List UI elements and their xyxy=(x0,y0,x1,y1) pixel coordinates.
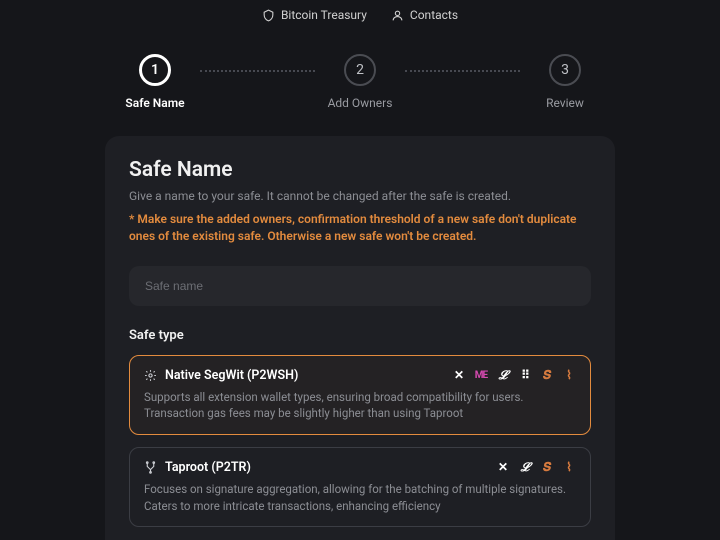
wallet-unisat-icon: ⠿ xyxy=(518,368,532,382)
stepper: 1 Safe Name 2 Add Owners 3 Review xyxy=(110,54,610,110)
step-3-circle: 3 xyxy=(549,54,581,86)
card-warning: * Make sure the added owners, confirmati… xyxy=(129,211,591,246)
wallet-hook-icon: ⌇ xyxy=(562,368,576,382)
step-dots-2 xyxy=(405,70,520,72)
step-3[interactable]: 3 Review xyxy=(520,54,610,110)
wallet-xverse-icon: ✕ xyxy=(496,460,510,474)
nav-contacts-label: Contacts xyxy=(410,8,458,22)
step-dots-1 xyxy=(200,70,315,72)
wallet-magic-eden-icon: ME xyxy=(474,368,488,382)
taproot-desc: Focuses on signature aggregation, allowi… xyxy=(144,481,576,514)
step-1[interactable]: 1 Safe Name xyxy=(110,54,200,110)
gear-icon xyxy=(144,369,157,382)
nav-contacts[interactable]: Contacts xyxy=(391,8,458,22)
taproot-title: Taproot (P2TR) xyxy=(165,460,251,475)
safe-name-card: Safe Name Give a name to your safe. It c… xyxy=(105,136,615,540)
taproot-wallet-icons: ✕ 𝓛 𝑺 ⌇ xyxy=(496,460,576,474)
step-3-number: 3 xyxy=(561,62,569,78)
step-2-circle: 2 xyxy=(344,54,376,86)
user-icon xyxy=(391,9,404,22)
step-3-label: Review xyxy=(546,96,584,110)
wallet-s-icon: 𝑺 xyxy=(540,460,554,474)
step-1-label: Safe Name xyxy=(125,96,184,110)
safe-type-taproot[interactable]: Taproot (P2TR) ✕ 𝓛 𝑺 ⌇ Focuses on signat… xyxy=(129,447,591,527)
step-2-number: 2 xyxy=(356,62,364,78)
wallet-xverse-icon: ✕ xyxy=(452,368,466,382)
wallet-leather-icon: 𝓛 xyxy=(496,368,510,382)
wallet-leather-icon: 𝓛 xyxy=(518,460,532,474)
segwit-desc: Supports all extension wallet types, ens… xyxy=(144,389,576,422)
step-2-label: Add Owners xyxy=(328,96,393,110)
wallet-hook-icon: ⌇ xyxy=(562,460,576,474)
wallet-s-icon: 𝑺 xyxy=(540,368,554,382)
card-title: Safe Name xyxy=(129,158,591,182)
card-subtitle: Give a name to your safe. It cannot be c… xyxy=(129,188,591,205)
safe-type-label: Safe type xyxy=(129,328,591,343)
segwit-wallet-icons: ✕ ME 𝓛 ⠿ 𝑺 ⌇ xyxy=(452,368,576,382)
step-1-circle: 1 xyxy=(139,54,171,86)
shield-icon xyxy=(262,9,275,22)
nav-bitcoin-treasury[interactable]: Bitcoin Treasury xyxy=(262,8,367,22)
safe-type-segwit[interactable]: Native SegWit (P2WSH) ✕ ME 𝓛 ⠿ 𝑺 ⌇ Suppo… xyxy=(129,355,591,435)
merge-icon xyxy=(144,461,157,474)
nav-treasury-label: Bitcoin Treasury xyxy=(281,8,367,22)
segwit-title: Native SegWit (P2WSH) xyxy=(165,368,298,383)
step-2[interactable]: 2 Add Owners xyxy=(315,54,405,110)
step-1-number: 1 xyxy=(151,62,159,78)
safe-name-input[interactable] xyxy=(129,266,591,306)
